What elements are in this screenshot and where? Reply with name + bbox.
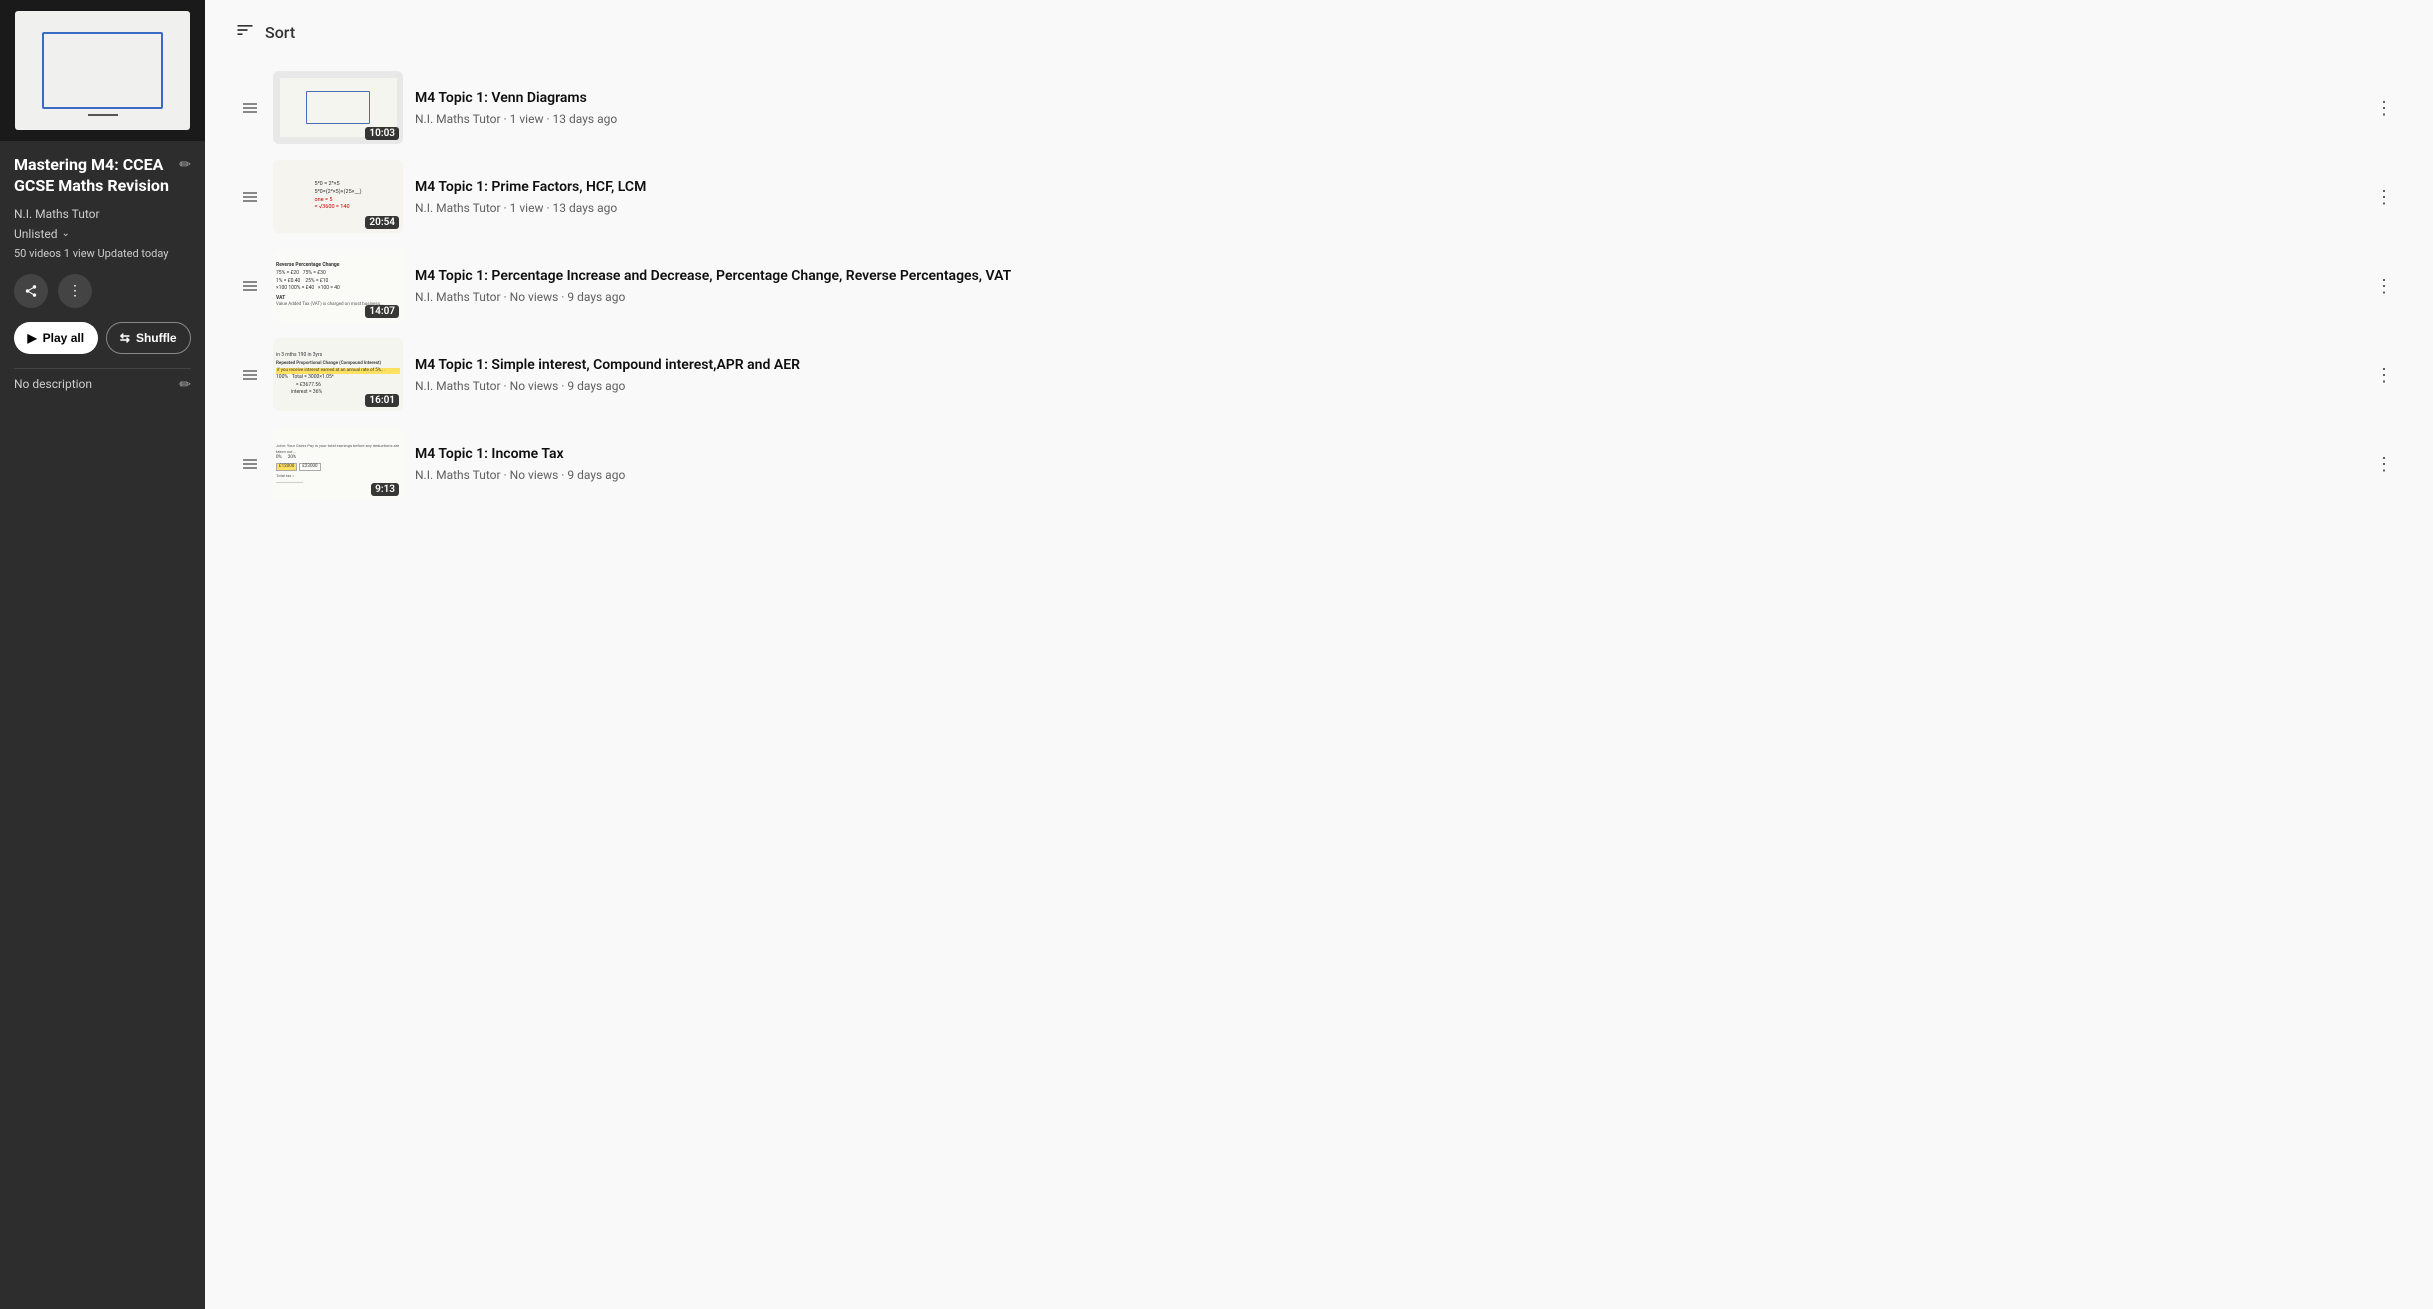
list-item[interactable]: in 3 mths 190 in 3yrs Repeated Proportio…: [235, 332, 2403, 417]
video-thumbnail: John: Your Gross Pay is your total earni…: [273, 427, 403, 500]
video-info: M4 Topic 1: Percentage Increase and Decr…: [415, 267, 2357, 303]
video-info: M4 Topic 1: Prime Factors, HCF, LCM N.I.…: [415, 178, 2357, 214]
video-thumbnail: 10:03: [273, 71, 403, 144]
visibility-row[interactable]: Unlisted ⌄: [14, 227, 191, 241]
chevron-down-icon: ⌄: [62, 228, 70, 239]
video-meta: N.I. Maths Tutor · 1 view · 13 days ago: [415, 201, 2357, 215]
duration-badge: 10:03: [365, 127, 399, 140]
video-more-button[interactable]: ⋮: [2369, 93, 2399, 123]
video-title: M4 Topic 1: Venn Diagrams: [415, 89, 2357, 107]
list-item[interactable]: 5²0 = 2³×5 5²0=(2²×5)×(25×__) one = 5 = …: [235, 154, 2403, 239]
list-item[interactable]: Reverse Percentage Change 75% = £20 75% …: [235, 243, 2403, 328]
video-title: M4 Topic 1: Income Tax: [415, 445, 2357, 463]
video-more-button[interactable]: ⋮: [2369, 449, 2399, 479]
duration-badge: 20:54: [365, 216, 399, 229]
video-meta: N.I. Maths Tutor · 1 view · 13 days ago: [415, 112, 2357, 126]
list-item[interactable]: 10:03 M4 Topic 1: Venn Diagrams N.I. Mat…: [235, 65, 2403, 150]
video-more-button[interactable]: ⋮: [2369, 271, 2399, 301]
visibility-label: Unlisted: [14, 227, 58, 241]
description-row: No description ✏: [14, 368, 191, 393]
share-button[interactable]: [14, 274, 48, 308]
sketch-rect: [42, 32, 164, 110]
video-info: M4 Topic 1: Income Tax N.I. Maths Tutor …: [415, 445, 2357, 481]
video-list-panel: Sort 10:03 M4 Topic 1: Venn Diagrams N.I…: [205, 0, 2433, 1309]
edit-title-icon[interactable]: ✏: [179, 157, 191, 173]
video-thumbnail: Reverse Percentage Change 75% = £20 75% …: [273, 249, 403, 322]
play-icon: ▶: [27, 331, 36, 345]
thumbnail-sketch: [15, 11, 189, 131]
description-text: No description: [14, 377, 92, 391]
video-title: M4 Topic 1: Simple interest, Compound in…: [415, 356, 2357, 374]
title-row: Mastering M4: CCEA GCSE Maths Revision ✏: [14, 155, 191, 197]
shuffle-icon: ⇆: [120, 331, 130, 345]
video-more-button[interactable]: ⋮: [2369, 360, 2399, 390]
duration-badge: 9:13: [371, 483, 399, 496]
drag-handle[interactable]: [239, 103, 261, 113]
video-thumbnail: 5²0 = 2³×5 5²0=(2²×5)×(25×__) one = 5 = …: [273, 160, 403, 233]
action-buttons: ⋮: [14, 274, 191, 308]
drag-handle[interactable]: [239, 192, 261, 202]
play-shuffle-row: ▶ Play all ⇆ Shuffle: [14, 322, 191, 354]
edit-description-icon[interactable]: ✏: [179, 377, 191, 393]
sort-icon: [235, 20, 255, 45]
drag-handle[interactable]: [239, 281, 261, 291]
shuffle-button[interactable]: ⇆ Shuffle: [106, 322, 192, 354]
video-meta: N.I. Maths Tutor · No views · 9 days ago: [415, 379, 2357, 393]
playlist-sidebar: Mastering M4: CCEA GCSE Maths Revision ✏…: [0, 0, 205, 1309]
shuffle-label: Shuffle: [136, 331, 177, 345]
panel-content: Mastering M4: CCEA GCSE Maths Revision ✏…: [0, 141, 205, 1289]
more-dots-icon: ⋮: [68, 282, 82, 299]
stats-row: 50 videos 1 view Updated today: [14, 247, 191, 260]
play-all-label: Play all: [43, 331, 84, 345]
video-title: M4 Topic 1: Prime Factors, HCF, LCM: [415, 178, 2357, 196]
channel-name: N.I. Maths Tutor: [14, 207, 191, 221]
video-meta: N.I. Maths Tutor · No views · 9 days ago: [415, 468, 2357, 482]
list-item[interactable]: John: Your Gross Pay is your total earni…: [235, 421, 2403, 506]
thumb-rect-inner: [306, 91, 370, 124]
duration-badge: 16:01: [365, 394, 399, 407]
sort-label: Sort: [265, 23, 295, 42]
video-list: 10:03 M4 Topic 1: Venn Diagrams N.I. Mat…: [235, 65, 2403, 506]
drag-handle[interactable]: [239, 370, 261, 380]
video-meta: N.I. Maths Tutor · No views · 9 days ago: [415, 290, 2357, 304]
playlist-thumbnail: [0, 0, 205, 141]
sketch-underline: [88, 114, 118, 116]
video-title: M4 Topic 1: Percentage Increase and Decr…: [415, 267, 2357, 285]
video-info: M4 Topic 1: Simple interest, Compound in…: [415, 356, 2357, 392]
drag-handle[interactable]: [239, 459, 261, 469]
video-thumbnail: in 3 mths 190 in 3yrs Repeated Proportio…: [273, 338, 403, 411]
sort-bar[interactable]: Sort: [235, 20, 2403, 45]
video-more-button[interactable]: ⋮: [2369, 182, 2399, 212]
playlist-title: Mastering M4: CCEA GCSE Maths Revision: [14, 155, 173, 197]
video-info: M4 Topic 1: Venn Diagrams N.I. Maths Tut…: [415, 89, 2357, 125]
more-options-button[interactable]: ⋮: [58, 274, 92, 308]
play-all-button[interactable]: ▶ Play all: [14, 322, 98, 354]
duration-badge: 14:07: [365, 305, 399, 318]
